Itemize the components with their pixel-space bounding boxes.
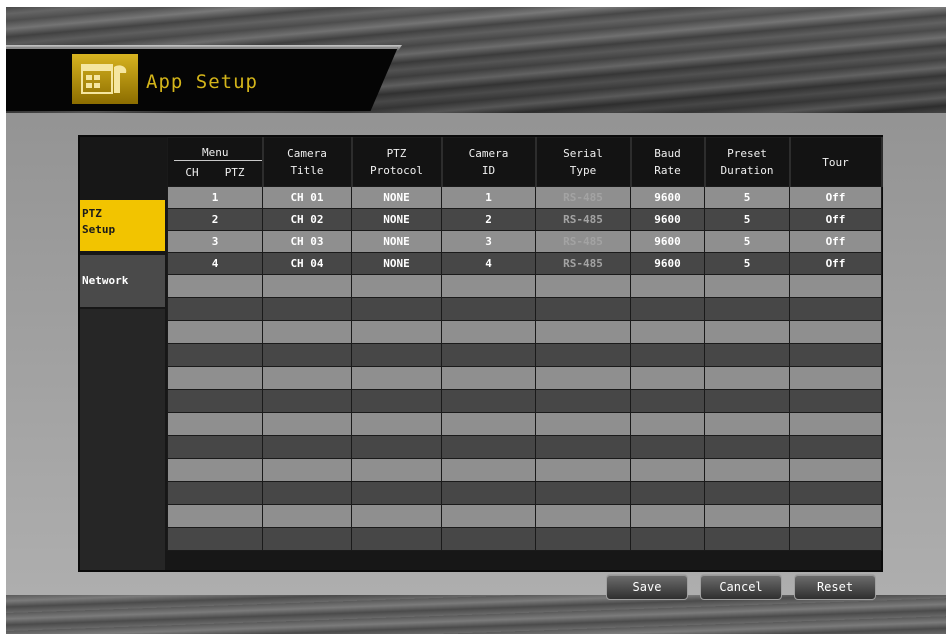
preset-duration-cell[interactable]: 5 [704, 252, 790, 275]
baud-rate-header: Baud Rate [630, 137, 706, 187]
camera-title-cell[interactable]: CH 02 [262, 208, 352, 231]
empty-row [167, 458, 882, 482]
camera-title-header: Camera Title [262, 137, 353, 187]
empty-row [167, 343, 882, 367]
tour-cell[interactable]: Off [789, 186, 882, 209]
serial-type-cell: RS-485 [535, 230, 631, 253]
reset-button[interactable]: Reset [794, 574, 876, 600]
settings-panel: PTZ Setup Network Menu CH PTZ Camera Tit… [78, 135, 883, 572]
ptz-protocol-header: PTZ Protocol [351, 137, 443, 187]
dvr-screen: App Setup PTZ Setup Network Menu CH PTZ … [6, 7, 946, 634]
camera-id-cell[interactable]: 4 [441, 252, 536, 275]
empty-row [167, 412, 882, 436]
table-row[interactable]: 2 CH 02 NONE 2 RS-485 9600 5 Off [167, 208, 882, 231]
camera-title-cell[interactable]: CH 03 [262, 230, 352, 253]
table-row[interactable]: 1 CH 01 NONE 1 RS-485 9600 5 Off [167, 186, 882, 209]
ch-cell: 2 [167, 208, 263, 231]
table-header-row: Menu CH PTZ Camera Title PTZ Protocol Ca… [167, 137, 883, 187]
ch-subheader: CH [185, 166, 199, 179]
save-button[interactable]: Save [606, 574, 688, 600]
camera-id-cell[interactable]: 3 [441, 230, 536, 253]
ptz-subheader: PTZ [224, 166, 245, 179]
empty-row [167, 504, 882, 528]
camera-id-cell[interactable]: 2 [441, 208, 536, 231]
ch-cell: 3 [167, 230, 263, 253]
tour-cell[interactable]: Off [789, 230, 882, 253]
baud-rate-cell[interactable]: 9600 [630, 252, 705, 275]
tour-cell[interactable]: Off [789, 208, 882, 231]
serial-type-cell: RS-485 [535, 252, 631, 275]
empty-row [167, 320, 882, 344]
camera-title-cell[interactable]: CH 04 [262, 252, 352, 275]
empty-row [167, 297, 882, 321]
ptz-protocol-cell[interactable]: NONE [351, 186, 442, 209]
preset-duration-cell[interactable]: 5 [704, 208, 790, 231]
ptz-protocol-cell[interactable]: NONE [351, 230, 442, 253]
baud-rate-cell[interactable]: 9600 [630, 208, 705, 231]
empty-row [167, 527, 882, 551]
ptz-settings-table: Menu CH PTZ Camera Title PTZ Protocol Ca… [167, 137, 883, 551]
tab-ptz-setup[interactable]: PTZ Setup [80, 200, 165, 251]
ch-cell: 4 [167, 252, 263, 275]
baud-rate-cell[interactable]: 9600 [630, 186, 705, 209]
app-setup-icon [72, 54, 138, 104]
ptz-protocol-cell[interactable]: NONE [351, 252, 442, 275]
ptz-protocol-cell[interactable]: NONE [351, 208, 442, 231]
camera-title-cell[interactable]: CH 01 [262, 186, 352, 209]
page-title: App Setup [146, 71, 258, 93]
serial-type-header: Serial Type [535, 137, 632, 187]
tour-header: Tour [789, 137, 883, 187]
menu-column-header: Menu CH PTZ [167, 137, 264, 187]
table-row[interactable]: 3 CH 03 NONE 3 RS-485 9600 5 Off [167, 230, 882, 253]
preset-duration-header: Preset Duration [704, 137, 791, 187]
empty-row [167, 481, 882, 505]
table-row[interactable]: 4 CH 04 NONE 4 RS-485 9600 5 Off [167, 252, 882, 275]
tour-cell[interactable]: Off [789, 252, 882, 275]
tab-network[interactable]: Network [80, 255, 165, 307]
empty-row [167, 435, 882, 459]
baud-rate-cell[interactable]: 9600 [630, 230, 705, 253]
empty-row [167, 389, 882, 413]
serial-type-cell: RS-485 [535, 208, 631, 231]
camera-id-cell[interactable]: 1 [441, 186, 536, 209]
ch-cell: 1 [167, 186, 263, 209]
empty-row [167, 366, 882, 390]
serial-type-cell: RS-485 [535, 186, 631, 209]
preset-duration-cell[interactable]: 5 [704, 230, 790, 253]
cancel-button[interactable]: Cancel [700, 574, 782, 600]
footer-background [6, 595, 946, 634]
preset-duration-cell[interactable]: 5 [704, 186, 790, 209]
camera-id-header: Camera ID [441, 137, 537, 187]
empty-row [167, 274, 882, 298]
